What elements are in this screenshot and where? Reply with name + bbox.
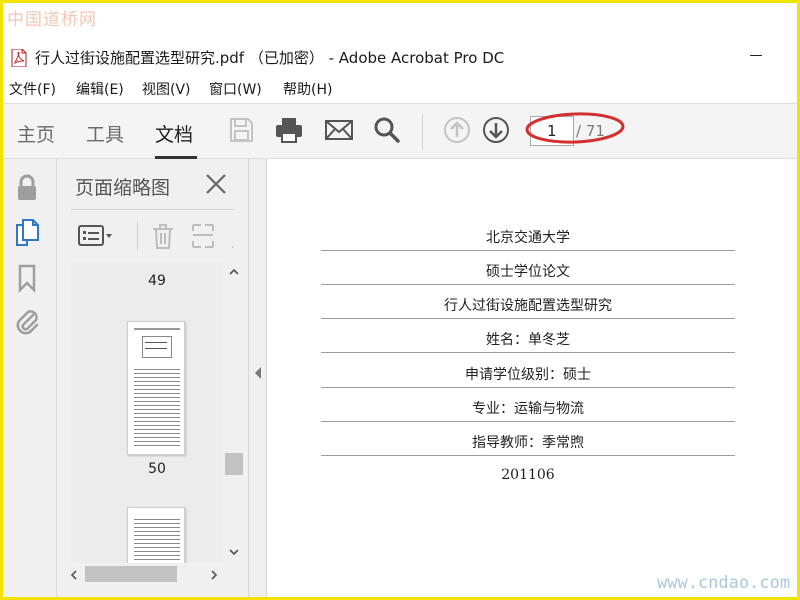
thumbnail-page[interactable]: [127, 507, 185, 565]
attachment-icon[interactable]: [13, 307, 41, 337]
doc-major: 专业：运输与物流: [321, 388, 735, 422]
thumbnail-page-number: 50: [148, 461, 166, 477]
vertical-scrollbar[interactable]: [225, 263, 243, 565]
page-down-icon[interactable]: [480, 114, 512, 146]
tab-document[interactable]: 文档: [155, 120, 193, 147]
toolbar-separator: [422, 114, 423, 150]
title-bar: 行人过街设施配置选型研究.pdf （已加密） - Adobe Acrobat P…: [3, 43, 797, 73]
more-tools-icon[interactable]: .: [231, 237, 235, 251]
scroll-thumb[interactable]: [225, 453, 243, 475]
doc-degree-type: 硕士学位论文: [321, 251, 735, 285]
watermark-bottom: www.cndao.com: [657, 573, 791, 593]
pages-icon[interactable]: [13, 217, 41, 247]
doc-thesis-title: 行人过街设施配置选型研究: [321, 285, 735, 319]
watermark-top: 中国道桥网: [7, 10, 97, 30]
search-icon[interactable]: [371, 114, 403, 146]
menu-view[interactable]: 视图(V): [142, 79, 191, 99]
panel-divider: [71, 209, 235, 210]
window-title: 行人过街设施配置选型研究.pdf （已加密） - Adobe Acrobat P…: [35, 49, 505, 67]
thumbnail-page-number: 49: [148, 273, 166, 289]
doc-author: 姓名：单冬芝: [321, 319, 735, 353]
panel-title: 页面缩略图: [75, 177, 171, 199]
save-icon[interactable]: [225, 114, 257, 146]
doc-date: 201106: [501, 467, 555, 483]
scroll-left-icon[interactable]: [69, 569, 79, 581]
bookmark-icon[interactable]: [13, 263, 41, 293]
thumbnail-page[interactable]: [127, 321, 185, 455]
document-view[interactable]: 北京交通大学 硕士学位论文 行人过街设施配置选型研究 姓名：单冬芝 申请学位级别…: [267, 159, 797, 597]
tab-tools[interactable]: 工具: [86, 120, 124, 147]
menu-edit[interactable]: 编辑(E): [76, 79, 124, 99]
close-icon[interactable]: [203, 171, 229, 197]
page-up-icon[interactable]: [441, 114, 473, 146]
toolbar: 主页 工具 文档 1 / 71: [3, 103, 797, 159]
red-highlight-ellipse: [525, 112, 625, 144]
scroll-right-icon[interactable]: [209, 569, 219, 581]
scroll-up-icon[interactable]: [228, 267, 240, 277]
doc-advisor: 指导教师：季常煦: [321, 422, 735, 456]
menu-file[interactable]: 文件(F): [9, 79, 56, 99]
panel-collapse-bar[interactable]: [249, 159, 267, 597]
minimize-button[interactable]: [747, 45, 767, 65]
horizontal-scroll-thumb[interactable]: [85, 566, 177, 582]
collapse-left-icon[interactable]: [253, 365, 263, 381]
tab-home[interactable]: 主页: [17, 120, 55, 147]
lock-icon[interactable]: [13, 173, 41, 203]
print-icon[interactable]: [273, 114, 305, 146]
left-rail: [3, 159, 57, 597]
email-icon[interactable]: [323, 114, 355, 146]
screenshot-frame: 中国道桥网 行人过街设施配置选型研究.pdf （已加密） - Adobe Acr…: [0, 0, 800, 600]
delete-icon[interactable]: [149, 221, 177, 251]
thumbnail-options-icon[interactable]: [77, 221, 117, 251]
menu-help[interactable]: 帮助(H): [283, 79, 332, 99]
horizontal-scrollbar[interactable]: [63, 563, 223, 585]
menu-window[interactable]: 窗口(W): [209, 79, 262, 99]
doc-university: 北京交通大学: [321, 217, 735, 251]
crop-icon[interactable]: [189, 221, 217, 251]
panel-toolbar-separator: [137, 221, 138, 251]
pdf-file-icon: [11, 49, 27, 67]
thumbnail-list: 49 50: [71, 263, 223, 565]
doc-degree-level: 申请学位级别：硕士: [321, 354, 735, 388]
scroll-down-icon[interactable]: [228, 547, 240, 557]
page-thumbnails-panel: 页面缩略图 . 49 50: [57, 159, 249, 597]
